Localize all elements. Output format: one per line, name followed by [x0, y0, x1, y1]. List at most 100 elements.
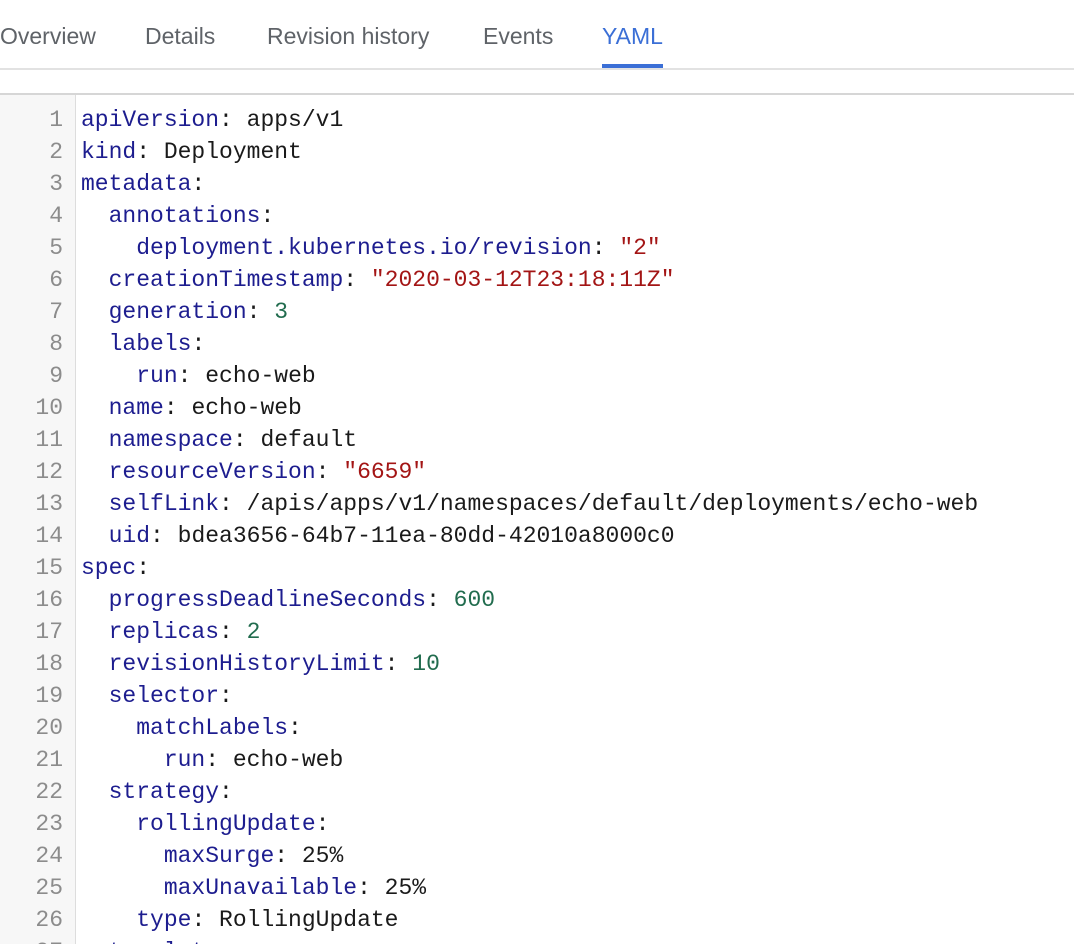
line-number: 16	[35, 587, 63, 613]
yaml-colon: :	[191, 331, 206, 357]
yaml-key: creationTimestamp	[108, 267, 344, 293]
yaml-colon: :	[205, 747, 233, 773]
code-line: 21 run: echo-web	[0, 744, 1074, 776]
line-content: maxUnavailable: 25%	[81, 872, 426, 904]
yaml-key: maxUnavailable	[163, 875, 358, 901]
code-line: 6 creationTimestamp: "2020-03-12T23:18:1…	[0, 264, 1074, 296]
line-content: selfLink: /apis/apps/v1/namespaces/defau…	[81, 488, 979, 520]
line-content: type: RollingUpdate	[81, 904, 398, 936]
line-content: labels:	[81, 328, 206, 360]
line-content: run: echo-web	[81, 744, 343, 776]
tab-bar: Overview Details Revision history Events…	[0, 0, 1074, 70]
yaml-key: run	[163, 747, 206, 773]
yaml-key: annotations	[108, 203, 261, 229]
line-content: metadata:	[81, 168, 205, 200]
yaml-key: run	[136, 363, 178, 389]
yaml-value: "6659"	[343, 459, 427, 485]
code-line: 25 maxUnavailable: 25%	[0, 872, 1074, 904]
code-line: 19 selector:	[0, 680, 1074, 712]
code-line: 20 matchLabels:	[0, 712, 1074, 744]
line-number: 21	[35, 747, 63, 773]
line-content: replicas: 2	[81, 616, 261, 648]
line-content: deployment.kubernetes.io/revision: "2"	[81, 232, 661, 264]
code-line: 3 metadata:	[0, 168, 1074, 200]
line-number: 22	[35, 779, 63, 805]
code-line: 16 progressDeadlineSeconds: 600	[0, 584, 1074, 616]
yaml-key: namespace	[108, 427, 233, 453]
yaml-key: metadata	[81, 171, 192, 197]
yaml-colon: :	[274, 843, 302, 869]
tab-revision-history[interactable]: Revision history	[267, 0, 429, 68]
code-line: 27 template:	[0, 936, 1074, 944]
yaml-colon: :	[150, 523, 178, 549]
yaml-key: spec	[81, 555, 137, 581]
line-content: progressDeadlineSeconds: 600	[81, 584, 495, 616]
code-line: 9 run: echo-web	[0, 360, 1074, 392]
yaml-value: 25%	[301, 843, 344, 869]
line-number: 27	[0, 936, 63, 944]
yaml-value: RollingUpdate	[219, 907, 399, 933]
yaml-editor[interactable]: 1 apiVersion: apps/v1 2 kind: Deployment 3 me…	[0, 93, 1074, 944]
tab-label: Details	[145, 23, 216, 49]
yaml-colon: :	[246, 299, 275, 325]
yaml-value: "2"	[619, 235, 661, 261]
yaml-colon: :	[219, 491, 247, 517]
code-line: 7 generation: 3	[0, 296, 1074, 328]
yaml-colon: :	[136, 139, 164, 165]
code-line: 11 namespace: default	[0, 424, 1074, 456]
line-content: strategy:	[81, 776, 233, 808]
line-content: run: echo-web	[81, 360, 315, 392]
code-line: 23 rollingUpdate:	[0, 808, 1074, 840]
line-number: 6	[49, 267, 63, 293]
code-line: 8 labels:	[0, 328, 1074, 360]
line-content: matchLabels:	[81, 712, 302, 744]
yaml-key: selfLink	[108, 491, 220, 517]
line-content: spec:	[81, 552, 150, 584]
yaml-key: apiVersion	[81, 107, 220, 133]
code-line: 1 apiVersion: apps/v1	[0, 104, 1074, 136]
yaml-key: template	[109, 939, 219, 944]
line-number: 5	[49, 235, 63, 261]
yaml-value: 25%	[384, 875, 427, 901]
code-line: 4 annotations:	[0, 200, 1074, 232]
line-number: 19	[35, 683, 63, 709]
yaml-key: labels	[108, 331, 192, 357]
line-content: apiVersion: apps/v1	[81, 104, 343, 136]
yaml-key: revisionHistoryLimit	[108, 651, 385, 677]
line-number: 17	[35, 619, 63, 645]
yaml-key: generation	[108, 299, 247, 325]
yaml-colon: :	[136, 555, 151, 581]
line-content: resourceVersion: "6659"	[81, 456, 426, 488]
yaml-colon: :	[426, 587, 454, 613]
tab-details[interactable]: Details	[145, 0, 215, 68]
yaml-colon: :	[163, 395, 192, 421]
line-number: 13	[35, 491, 63, 517]
yaml-value: 600	[453, 587, 496, 613]
yaml-colon: :	[219, 107, 247, 133]
code-line: 22 strategy:	[0, 776, 1074, 808]
yaml-value: 2	[246, 619, 261, 645]
line-number: 9	[49, 363, 63, 389]
yaml-key: name	[108, 395, 164, 421]
code-line: 5 deployment.kubernetes.io/revision: "2"	[0, 232, 1074, 264]
tab-events[interactable]: Events	[483, 0, 553, 68]
yaml-key: type	[136, 907, 192, 933]
line-content: template:	[81, 936, 233, 944]
line-number: 23	[35, 811, 63, 837]
yaml-key: replicas	[108, 619, 220, 645]
tab-label: Events	[483, 23, 554, 49]
line-number: 10	[35, 395, 63, 421]
yaml-colon: :	[315, 811, 330, 837]
yaml-value: 3	[274, 299, 289, 325]
tab-overview[interactable]: Overview	[0, 0, 96, 68]
code-line: 13 selfLink: /apis/apps/v1/namespaces/de…	[0, 488, 1074, 520]
tab-yaml[interactable]: YAML	[602, 0, 663, 68]
yaml-value: "2020-03-12T23:18:11Z"	[370, 267, 675, 293]
yaml-value: default	[260, 427, 358, 453]
yaml-colon: :	[191, 907, 220, 933]
yaml-value: echo-web	[191, 395, 302, 421]
yaml-key: progressDeadlineSeconds	[108, 587, 427, 613]
yaml-code: 1 apiVersion: apps/v1 2 kind: Deployment 3 me…	[0, 104, 1074, 944]
yaml-colon: :	[219, 939, 233, 944]
line-content: namespace: default	[81, 424, 357, 456]
